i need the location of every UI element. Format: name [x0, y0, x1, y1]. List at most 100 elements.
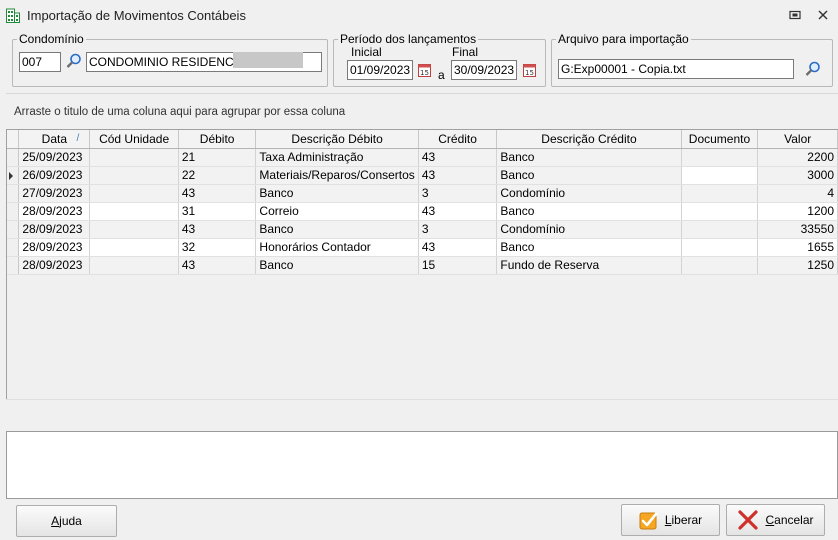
cell-valor[interactable]: 1200	[757, 202, 838, 221]
calendar-icon[interactable]: 15	[522, 62, 538, 78]
checkmark-icon	[639, 512, 658, 530]
row-indicator	[7, 220, 20, 239]
cell-cod-unidade[interactable]	[89, 202, 179, 221]
cell-descricao-credito[interactable]: Condomínio	[496, 184, 682, 203]
cell-credito[interactable]: 43	[418, 202, 498, 221]
cell-debito[interactable]: 43	[178, 256, 257, 275]
cell-debito[interactable]: 22	[178, 166, 257, 185]
cell-debito[interactable]: 31	[178, 202, 257, 221]
cell-valor[interactable]: 4	[757, 184, 838, 203]
cell-data[interactable]: 28/09/2023	[18, 238, 91, 257]
cell-data[interactable]: 28/09/2023	[18, 202, 91, 221]
table-row[interactable]: 28/09/2023 32 Honorários Contador 43 Ban…	[7, 238, 838, 257]
row-indicator	[7, 166, 20, 185]
cell-debito[interactable]: 43	[178, 184, 257, 203]
cell-data[interactable]: 27/09/2023	[18, 184, 91, 203]
group-by-panel[interactable]: Arraste o titulo de uma coluna aqui para…	[6, 93, 838, 127]
cell-descricao-debito[interactable]: Materiais/Reparos/Consertos	[255, 166, 419, 185]
cell-credito[interactable]: 43	[418, 166, 498, 185]
cell-credito[interactable]: 3	[418, 184, 498, 203]
liberar-button[interactable]: Liberar	[621, 504, 720, 536]
cell-descricao-credito[interactable]: Fundo de Reserva	[496, 256, 682, 275]
movements-grid[interactable]: Data / Cód Unidade Débito Descrição Débit…	[6, 129, 838, 426]
cell-descricao-credito[interactable]: Banco	[496, 148, 682, 167]
column-header-debito[interactable]: Débito	[178, 130, 257, 149]
cell-cod-unidade[interactable]	[89, 166, 179, 185]
svg-text:15: 15	[525, 69, 534, 77]
current-row-arrow-icon	[9, 171, 13, 180]
condominio-code-input[interactable]: 007	[19, 52, 61, 72]
cell-credito[interactable]: 43	[418, 148, 498, 167]
cell-documento[interactable]	[681, 202, 759, 221]
liberar-button-mnemonic: L	[664, 513, 672, 527]
cell-documento[interactable]	[681, 256, 759, 275]
help-button[interactable]: Ajuda	[16, 505, 117, 537]
cell-data[interactable]: 26/09/2023	[18, 166, 91, 185]
column-header-documento[interactable]: Documento	[681, 130, 759, 149]
cell-descricao-debito[interactable]: Taxa Administração	[255, 148, 419, 167]
cell-descricao-debito[interactable]: Banco	[255, 220, 419, 239]
cell-valor[interactable]: 33550	[757, 220, 838, 239]
cancel-button[interactable]: Cancelar	[726, 504, 825, 536]
date-final-input[interactable]: 30/09/2023	[451, 60, 517, 80]
search-icon[interactable]	[804, 60, 822, 78]
cell-cod-unidade[interactable]	[89, 238, 179, 257]
cell-credito[interactable]: 3	[418, 220, 498, 239]
column-header-data[interactable]: Data /	[18, 130, 91, 149]
table-row[interactable]: 28/09/2023 31 Correio 43 Banco 1200	[7, 202, 838, 221]
cell-data[interactable]: 28/09/2023	[18, 256, 91, 275]
arquivo-path-input[interactable]: G:Exp00001 - Copia.txt	[558, 59, 794, 79]
cell-descricao-debito[interactable]: Correio	[255, 202, 419, 221]
column-header-descricao-credito[interactable]: Descrição Crédito	[496, 130, 682, 149]
row-indicator	[7, 238, 20, 257]
cell-data[interactable]: 25/09/2023	[18, 148, 91, 167]
cell-credito[interactable]: 43	[418, 238, 498, 257]
search-icon[interactable]	[65, 52, 83, 70]
log-memo[interactable]	[6, 431, 838, 499]
inicial-label: Inicial	[351, 45, 382, 59]
cell-documento[interactable]	[681, 184, 759, 203]
cell-descricao-credito[interactable]: Banco	[496, 166, 682, 185]
cell-descricao-credito[interactable]: Banco	[496, 238, 682, 257]
cell-valor[interactable]: 3000	[757, 166, 838, 185]
cell-data[interactable]: 28/09/2023	[18, 220, 91, 239]
column-header-cod-unidade[interactable]: Cód Unidade	[89, 130, 179, 149]
cell-descricao-debito[interactable]: Honorários Contador	[255, 238, 419, 257]
cell-documento[interactable]	[681, 238, 759, 257]
cell-cod-unidade[interactable]	[89, 148, 179, 167]
cell-descricao-credito[interactable]: Condomínio	[496, 220, 682, 239]
cell-debito[interactable]: 21	[178, 148, 257, 167]
condominio-legend: Condomínio	[19, 32, 84, 46]
column-header-descricao-debito[interactable]: Descrição Débito	[255, 130, 419, 149]
cell-descricao-debito[interactable]: Banco	[255, 256, 419, 275]
cell-debito[interactable]: 32	[178, 238, 257, 257]
help-button-label: juda	[59, 514, 82, 528]
cell-cod-unidade[interactable]	[89, 184, 179, 203]
period-separator: a	[438, 68, 445, 82]
cell-documento[interactable]	[681, 220, 759, 239]
table-row[interactable]: 25/09/2023 21 Taxa Administração 43 Banc…	[7, 148, 838, 167]
cell-debito[interactable]: 43	[178, 220, 257, 239]
calendar-icon[interactable]: 15	[417, 62, 433, 78]
cell-valor[interactable]: 2200	[757, 148, 838, 167]
cell-valor[interactable]: 1250	[757, 256, 838, 275]
cell-documento[interactable]	[681, 148, 759, 167]
table-row[interactable]: 28/09/2023 43 Banco 15 Fundo de Reserva …	[7, 256, 838, 275]
column-header-credito[interactable]: Crédito	[418, 130, 498, 149]
title-bar: Importação de Movimentos Contábeis	[0, 0, 838, 31]
close-icon[interactable]	[816, 8, 830, 22]
cell-valor[interactable]: 1655	[757, 238, 838, 257]
redacted-block	[233, 52, 303, 68]
cell-documento[interactable]	[681, 166, 759, 185]
cell-credito[interactable]: 15	[418, 256, 498, 275]
table-row[interactable]: 27/09/2023 43 Banco 3 Condomínio 4	[7, 184, 838, 203]
table-row[interactable]: 28/09/2023 43 Banco 3 Condomínio 33550	[7, 220, 838, 239]
table-row[interactable]: 26/09/2023 22 Materiais/Reparos/Conserto…	[7, 166, 838, 185]
cell-descricao-debito[interactable]: Banco	[255, 184, 419, 203]
restore-icon[interactable]	[788, 8, 802, 22]
date-inicial-input[interactable]: 01/09/2023	[347, 60, 413, 80]
cell-cod-unidade[interactable]	[89, 256, 179, 275]
cell-cod-unidade[interactable]	[89, 220, 179, 239]
column-header-valor[interactable]: Valor	[757, 130, 838, 149]
cell-descricao-credito[interactable]: Banco	[496, 202, 682, 221]
